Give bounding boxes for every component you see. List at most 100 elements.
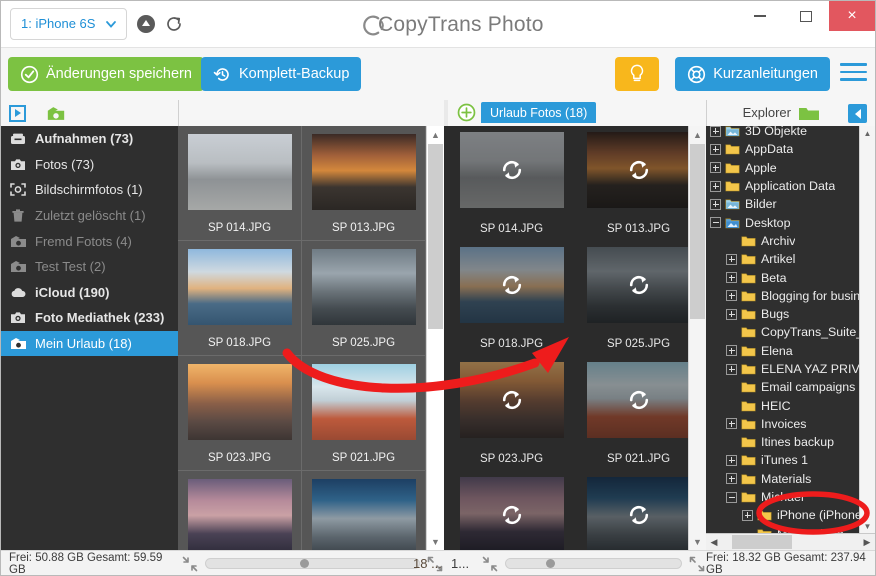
video-play-icon[interactable] — [9, 104, 26, 122]
hamburger-menu-icon[interactable] — [840, 63, 867, 83]
tree-node[interactable]: ELENA YAZ PRIV — [706, 360, 860, 378]
tree-node[interactable]: 3D Objekte — [706, 126, 860, 140]
scroll-down-icon[interactable]: ▼ — [427, 533, 444, 550]
photo-thumbnail-cell[interactable] — [575, 471, 702, 550]
zoom-slider-track[interactable] — [205, 558, 420, 569]
photo-thumbnail-cell[interactable]: SP 025.JPG — [302, 241, 426, 356]
expand-plus-icon[interactable] — [726, 308, 737, 320]
close-button[interactable]: × — [829, 1, 875, 31]
expand-plus-icon[interactable] — [726, 418, 737, 430]
expand-plus-icon[interactable] — [726, 253, 737, 265]
expand-plus-icon[interactable] — [710, 126, 721, 137]
tree-node[interactable]: Materials — [706, 470, 860, 488]
tree-node[interactable]: Archiv — [706, 232, 860, 250]
album-icon[interactable] — [46, 105, 66, 122]
expand-plus-icon[interactable] — [742, 509, 753, 521]
photo-thumbnail-cell[interactable]: SP 018.JPG — [178, 241, 302, 356]
scrollbar-thumb[interactable] — [428, 144, 443, 329]
tree-node[interactable]: Elena — [706, 342, 860, 360]
folder-icon[interactable] — [798, 106, 820, 121]
zoom-slider-knob[interactable] — [546, 559, 556, 568]
save-changes-button[interactable]: Änderungen speichern — [8, 57, 204, 91]
collapse-left-icon[interactable] — [848, 104, 867, 123]
sidebar-item-foto-mediathek-233[interactable]: Foto Mediathek (233) — [1, 305, 178, 331]
album-zoom-slider[interactable] — [451, 551, 706, 575]
sidebar-item-fremd-fotots-4[interactable]: Fremd Fotots (4) — [1, 228, 178, 254]
collapse-minus-icon[interactable] — [710, 217, 721, 229]
tree-node[interactable]: Invoices — [706, 415, 860, 433]
tree-node[interactable]: Blogging for busines — [706, 287, 860, 305]
scroll-up-icon[interactable]: ▲ — [860, 126, 875, 141]
zoom-in-icon[interactable] — [688, 555, 706, 573]
tree-node[interactable]: Desktop — [706, 213, 860, 231]
tree-horizontal-scrollbar[interactable]: ◀ ▶ — [706, 533, 875, 550]
album-photos-panel[interactable]: SP 014.JPG SP 013.JPG SP 018.JPG SP 025.JPG… — [448, 126, 706, 550]
expand-plus-icon[interactable] — [726, 272, 737, 284]
expand-plus-icon[interactable] — [726, 454, 737, 466]
collapse-minus-icon[interactable] — [726, 491, 737, 503]
sidebar-item-icloud-190[interactable]: iCloud (190) — [1, 280, 178, 306]
photo-thumbnail-cell[interactable]: SP 021.JPG — [302, 356, 426, 471]
tree-node[interactable]: HEIC — [706, 396, 860, 414]
sidebar-item-test-test-2[interactable]: Test Test (2) — [1, 254, 178, 280]
zoom-out-icon[interactable] — [481, 555, 499, 573]
sidebar-item-mein-urlaub-18[interactable]: Mein Urlaub (18) — [1, 330, 178, 357]
plus-circle-icon[interactable] — [457, 103, 476, 122]
hscrollbar-thumb[interactable] — [732, 535, 792, 549]
scroll-up-icon[interactable]: ▲ — [427, 126, 444, 143]
zoom-out-icon[interactable] — [181, 555, 199, 573]
expand-plus-icon[interactable] — [710, 180, 721, 192]
photo-thumbnail-cell[interactable] — [178, 471, 302, 550]
sidebar-item-aufnahmen-73[interactable]: Aufnahmen (73) — [1, 126, 178, 152]
maximize-button[interactable] — [783, 1, 829, 31]
device-photos-panel[interactable]: SP 014.JPG SP 013.JPG SP 018.JPG SP 025.JPG… — [178, 126, 444, 550]
sidebar-item-zuletzt-gel-scht-1[interactable]: Zuletzt gelöscht (1) — [1, 203, 178, 229]
eject-icon[interactable] — [137, 15, 155, 33]
zoom-slider-track[interactable] — [505, 558, 682, 569]
tree-scrollbar[interactable]: ▲ ▼ — [859, 126, 875, 534]
quick-guides-button[interactable]: Kurzanleitungen — [675, 57, 830, 91]
device-zoom-slider[interactable] — [181, 551, 444, 575]
device-panel-scrollbar[interactable]: ▲ ▼ — [426, 126, 444, 550]
tree-node[interactable]: AppData — [706, 140, 860, 158]
expand-plus-icon[interactable] — [710, 143, 721, 155]
tree-node[interactable]: CopyTrans_Suite_Lo — [706, 323, 860, 341]
expand-plus-icon[interactable] — [710, 162, 721, 174]
full-backup-button[interactable]: Komplett-Backup — [201, 57, 362, 91]
photo-thumbnail-cell[interactable]: SP 021.JPG — [575, 356, 702, 471]
zoom-slider-knob[interactable] — [299, 559, 309, 568]
tree-node[interactable]: iPhone (iPhone 6 — [706, 506, 860, 524]
scroll-up-icon[interactable]: ▲ — [689, 126, 706, 143]
photo-thumbnail-cell[interactable]: SP 014.JPG — [178, 126, 302, 241]
expand-plus-icon[interactable] — [710, 198, 721, 210]
scroll-down-icon[interactable]: ▼ — [860, 519, 875, 534]
tree-node[interactable]: iTunes 1 — [706, 451, 860, 469]
album-panel-scrollbar[interactable]: ▲ ▼ — [688, 126, 706, 550]
tree-node[interactable]: Email campaigns — [706, 378, 860, 396]
tips-button[interactable] — [615, 57, 659, 91]
file-tree[interactable]: 3D Objekte AppData Apple Application Data Bi… — [706, 126, 875, 550]
tree-node[interactable]: Itines backup — [706, 433, 860, 451]
photo-thumbnail-cell[interactable]: SP 023.JPG — [178, 356, 302, 471]
tree-node[interactable]: Artikel — [706, 250, 860, 268]
scroll-right-icon[interactable]: ▶ — [859, 534, 875, 550]
photo-thumbnail-cell[interactable]: SP 013.JPG — [575, 126, 702, 241]
expand-plus-icon[interactable] — [726, 290, 737, 302]
sidebar-item-fotos-73[interactable]: Fotos (73) — [1, 152, 178, 178]
tree-node[interactable]: Bugs — [706, 305, 860, 323]
tree-node[interactable]: Michael — [706, 488, 860, 506]
tree-node[interactable]: Bilder — [706, 195, 860, 213]
photo-thumbnail-cell[interactable]: SP 018.JPG — [448, 241, 575, 356]
expand-plus-icon[interactable] — [726, 363, 737, 375]
tree-node[interactable]: Application Data — [706, 177, 860, 195]
photo-thumbnail-cell[interactable] — [448, 471, 575, 550]
photo-thumbnail-cell[interactable]: SP 025.JPG — [575, 241, 702, 356]
sidebar-item-bildschirmfotos-1[interactable]: Bildschirmfotos (1) — [1, 177, 178, 203]
scroll-down-icon[interactable]: ▼ — [689, 533, 706, 550]
photo-thumbnail-cell[interactable]: SP 023.JPG — [448, 356, 575, 471]
album-tab[interactable]: Urlaub Fotos (18) — [481, 102, 597, 123]
photo-thumbnail-cell[interactable] — [302, 471, 426, 550]
expand-plus-icon[interactable] — [726, 345, 737, 357]
minimize-button[interactable] — [737, 1, 783, 31]
photo-thumbnail-cell[interactable]: SP 013.JPG — [302, 126, 426, 241]
